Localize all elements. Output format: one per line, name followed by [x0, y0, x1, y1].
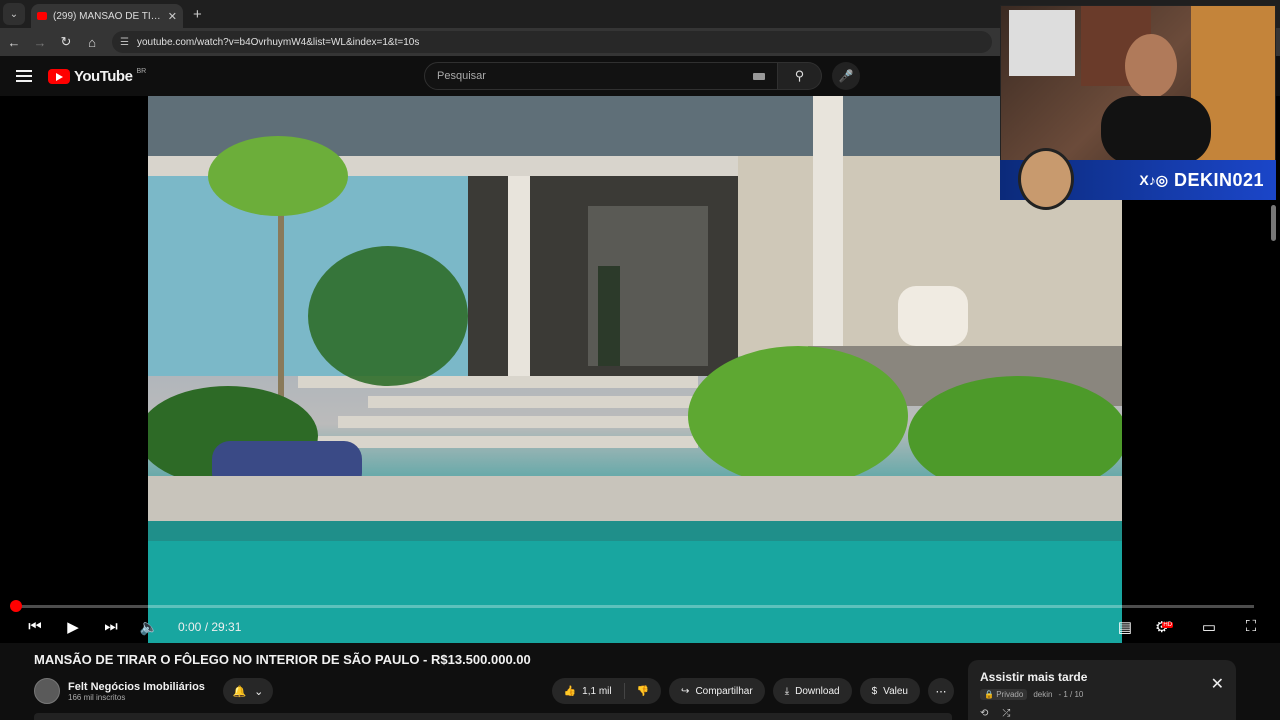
youtube-play-logo-icon: [48, 68, 70, 84]
subscriber-count: 166 mil inscritos: [68, 692, 126, 702]
tab-title: (299) MANSÃO DE TIRAR O FÔLEGO: [53, 10, 162, 22]
search-icon: ⚲: [794, 68, 805, 83]
progress-bar[interactable]: [12, 605, 1254, 608]
thanks-label: Valeu: [883, 685, 908, 697]
next-icon[interactable]: ⏭: [92, 618, 130, 635]
youtube-favicon-icon: [37, 12, 47, 20]
page-scrollbar[interactable]: [1271, 205, 1276, 241]
browser-tab[interactable]: (299) MANSÃO DE TIRAR O FÔLEGO ✕: [31, 4, 183, 28]
share-label: Compartilhar: [695, 685, 753, 697]
fullscreen-icon[interactable]: ⛶: [1232, 618, 1270, 636]
shuffle-icon[interactable]: ⤮: [1002, 708, 1010, 719]
social-icons: X♪◎: [1139, 171, 1168, 188]
forward-icon[interactable]: →: [28, 35, 52, 50]
lock-icon: 🔒: [984, 690, 994, 699]
hamburger-icon[interactable]: [16, 70, 32, 82]
like-count: 1,1 mil: [582, 685, 612, 697]
thanks-button[interactable]: $ Valeu: [859, 678, 920, 704]
description-box[interactable]: [34, 713, 952, 720]
captions-icon[interactable]: ▤: [1106, 618, 1144, 636]
subscription-bell-button[interactable]: 🔔 ⌄: [222, 678, 273, 704]
like-button[interactable]: 👍 1,1 mil: [552, 686, 624, 697]
playlist-owner[interactable]: dekin: [1033, 690, 1052, 699]
site-info-icon[interactable]: ☰: [120, 37, 129, 48]
bell-icon: 🔔: [232, 685, 247, 698]
like-icon: 👍: [563, 685, 577, 697]
download-label: Download: [795, 685, 840, 697]
country-code: BR: [136, 67, 147, 75]
chevron-down-icon: ⌄: [254, 685, 264, 698]
video-title: MANSÃO DE TIRAR O FÔLEGO NO INTERIOR DE …: [34, 652, 531, 667]
close-icon[interactable]: ✕: [1211, 674, 1224, 694]
keyboard-icon[interactable]: [753, 72, 765, 80]
new-tab-button[interactable]: +: [193, 6, 202, 23]
webcam-overlay: [1000, 5, 1276, 163]
share-button[interactable]: ↪ Compartilhar: [669, 678, 765, 704]
download-button[interactable]: ⤓ Download: [772, 678, 852, 704]
channel-name[interactable]: Felt Negócios Imobiliários: [68, 681, 205, 693]
home-icon[interactable]: ⌂: [80, 35, 104, 50]
tab-menu-icon[interactable]: ⌄: [3, 3, 25, 25]
reload-icon[interactable]: ↻: [54, 34, 78, 50]
dislike-icon: 👎: [636, 685, 650, 697]
more-icon[interactable]: ⋯: [928, 678, 954, 704]
streamer-handle: DEKIN021: [1173, 169, 1264, 190]
share-icon: ↪: [681, 685, 690, 697]
privacy-badge: 🔒 Privado: [980, 689, 1028, 700]
video-frame[interactable]: [148, 96, 1122, 643]
thanks-icon: $: [871, 685, 878, 697]
privacy-label: Privado: [996, 690, 1024, 699]
download-icon: ⤓: [784, 685, 790, 697]
search-box: Pesquisar ⚲: [424, 62, 822, 90]
search-input[interactable]: Pesquisar: [424, 62, 778, 90]
url-text: youtube.com/watch?v=b4OvrhuymW4&list=WL&…: [136, 36, 420, 48]
playlist-position: - 1 / 10: [1058, 690, 1084, 699]
cartoon-avatar: [1018, 148, 1074, 210]
player-controls: ⏮ ▶ ⏭ 🔈 0:00 / 29:31 ▤ ⚙HD ▭ ⛶: [0, 610, 1280, 643]
youtube-logo[interactable]: YouTube BR: [48, 68, 146, 85]
settings-icon[interactable]: ⚙HD: [1148, 618, 1186, 636]
loop-icon[interactable]: ⟲: [980, 708, 988, 719]
url-bar[interactable]: ☰ youtube.com/watch?v=b4OvrhuymW4&list=W…: [112, 31, 992, 53]
play-icon[interactable]: ▶: [54, 618, 92, 636]
hd-badge: HD: [1162, 621, 1174, 628]
webcam-scene: [1009, 6, 1275, 162]
close-icon[interactable]: ✕: [168, 10, 177, 23]
prev-icon[interactable]: ⏮: [16, 618, 54, 635]
playlist-panel: Assistir mais tarde 🔒 Privado dekin - 1 …: [968, 660, 1236, 720]
mic-icon[interactable]: 🎤: [832, 62, 860, 90]
playlist-title[interactable]: Assistir mais tarde: [980, 670, 1224, 684]
theater-icon[interactable]: ▭: [1190, 618, 1228, 636]
time-display: 0:00 / 29:31: [178, 619, 242, 634]
logo-text: YouTube: [74, 67, 133, 85]
volume-icon[interactable]: 🔈: [130, 618, 168, 636]
search-button[interactable]: ⚲: [778, 62, 822, 90]
like-dislike-group: 👍 1,1 mil 👎: [551, 678, 662, 704]
video-scene: [148, 96, 1122, 643]
back-icon[interactable]: ←: [2, 35, 26, 50]
search-placeholder: Pesquisar: [437, 70, 486, 82]
channel-row: Felt Negócios Imobiliários 166 mil inscr…: [34, 676, 954, 706]
channel-avatar[interactable]: [34, 678, 60, 704]
dislike-button[interactable]: 👎: [625, 686, 661, 697]
